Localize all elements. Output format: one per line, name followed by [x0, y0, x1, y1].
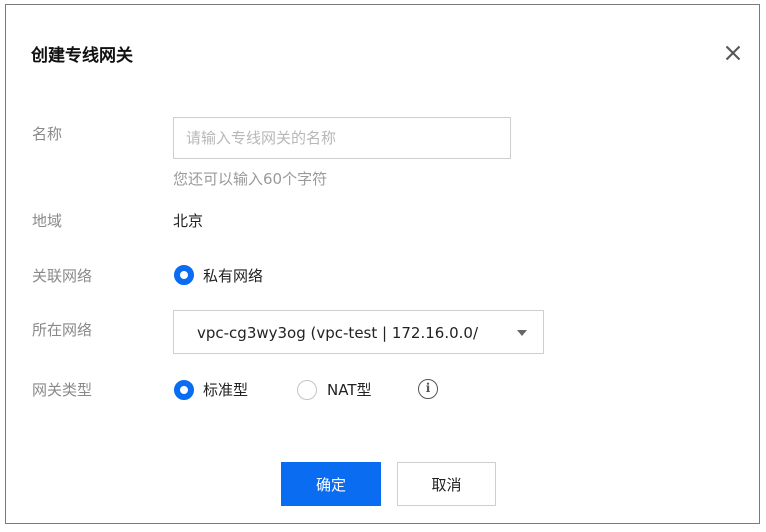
name-input[interactable]: [173, 117, 511, 159]
network-select[interactable]: vpc-cg3wy3og (vpc-test | 172.16.0.0/: [173, 310, 544, 354]
confirm-button[interactable]: 确定: [281, 462, 381, 506]
name-label: 名称: [32, 125, 63, 143]
region-label: 地域: [32, 212, 63, 230]
network-select-value: vpc-cg3wy3og (vpc-test | 172.16.0.0/: [197, 324, 478, 342]
dialog-title: 创建专线网关: [31, 46, 133, 66]
network-label: 所在网络: [32, 321, 93, 339]
info-icon[interactable]: i: [418, 379, 438, 399]
name-char-count-hint: 您还可以输入60个字符: [173, 170, 328, 188]
private-network-radio-label[interactable]: 私有网络: [203, 265, 263, 286]
network-type-label: 关联网络: [32, 267, 93, 285]
chevron-down-icon: [517, 330, 527, 336]
nat-type-radio-label[interactable]: NAT型: [327, 379, 371, 400]
cancel-button[interactable]: 取消: [397, 462, 496, 506]
close-icon[interactable]: [725, 45, 741, 61]
gateway-type-label: 网关类型: [32, 381, 93, 399]
region-value: 北京: [173, 212, 204, 230]
standard-type-radio[interactable]: [174, 380, 194, 400]
create-gateway-dialog: 创建专线网关 名称 您还可以输入60个字符 地域 北京 关联网络 私有网络 所在…: [5, 4, 760, 524]
nat-type-radio[interactable]: [297, 380, 317, 400]
standard-type-radio-label[interactable]: 标准型: [203, 379, 248, 400]
private-network-radio[interactable]: [174, 265, 194, 285]
